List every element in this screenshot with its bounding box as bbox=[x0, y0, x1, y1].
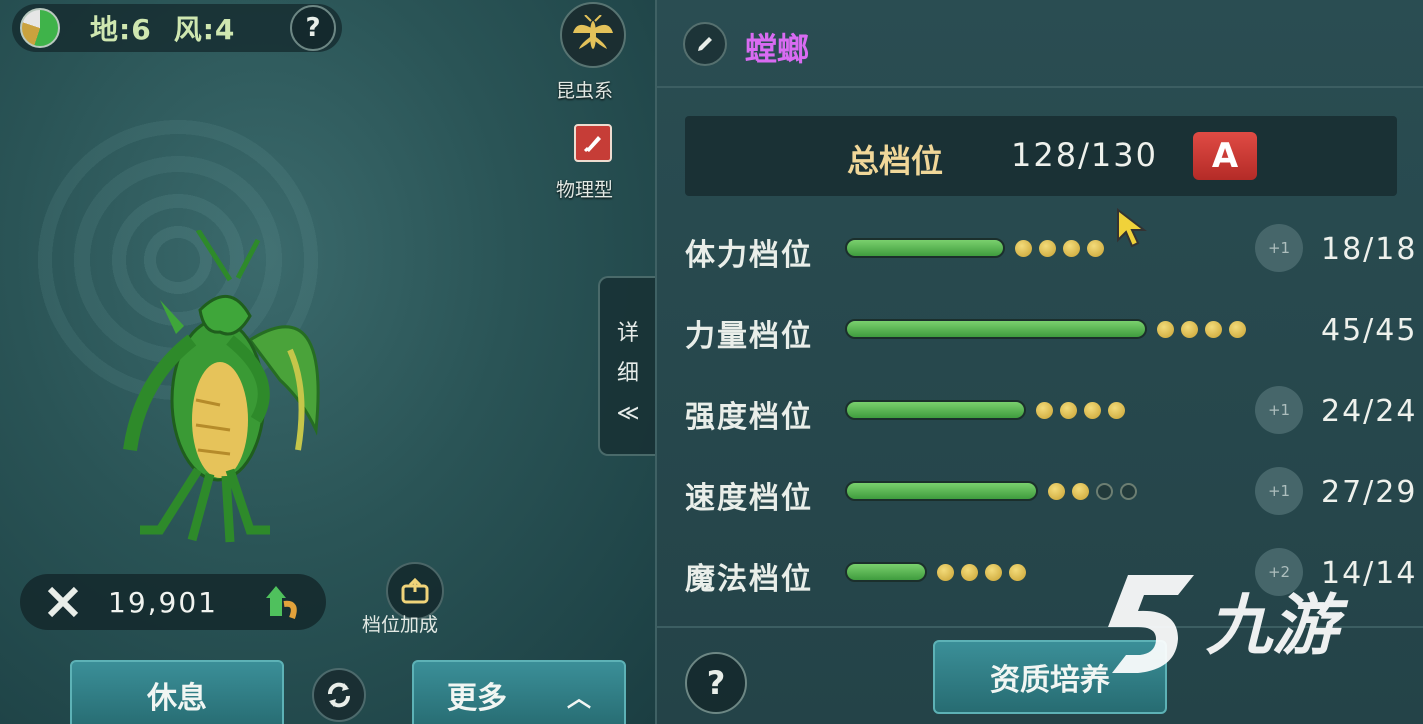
rest-button[interactable]: 休息 bbox=[70, 660, 284, 724]
tier-pip bbox=[1039, 240, 1056, 257]
stat-value: 18/18 bbox=[1321, 232, 1418, 267]
power-up-arrow-icon[interactable] bbox=[262, 582, 302, 622]
pet-name: 螳螂 bbox=[745, 30, 810, 68]
plus-one-icon[interactable]: +1 bbox=[1255, 467, 1303, 515]
tier-pip bbox=[1048, 483, 1065, 500]
tier-pip bbox=[961, 564, 978, 581]
physical-type-icon[interactable] bbox=[574, 124, 612, 162]
tier-pip bbox=[1229, 321, 1246, 338]
detail-tab-char-2: 细 bbox=[616, 361, 639, 386]
element-orb-icon bbox=[20, 8, 60, 48]
type-label: 昆虫系 bbox=[556, 80, 614, 102]
stat-label: 体力档位 bbox=[685, 238, 813, 273]
tier-pip bbox=[1181, 321, 1198, 338]
mouse-cursor-icon bbox=[1117, 208, 1147, 248]
chevron-up-icon: ︿ bbox=[567, 683, 591, 712]
tier-pip bbox=[1096, 483, 1113, 500]
grade-badge: A bbox=[1193, 132, 1257, 180]
stat-value: 27/29 bbox=[1321, 475, 1418, 510]
tier-pip bbox=[1084, 402, 1101, 419]
collapse-chevron-icon: ≪ bbox=[616, 401, 640, 426]
detail-tab-char-1: 详 bbox=[616, 321, 639, 346]
total-tier-label: 总档位 bbox=[847, 142, 944, 180]
more-button-label: 更多 bbox=[447, 681, 507, 716]
more-button[interactable]: 更多 ︿ bbox=[412, 660, 626, 724]
insect-type-icon[interactable] bbox=[560, 2, 626, 68]
crossed-swords-icon bbox=[47, 586, 79, 618]
element-help-button[interactable]: ? bbox=[290, 5, 336, 51]
pet-header: 螳螂 bbox=[657, 0, 1423, 88]
bonus-icon bbox=[401, 578, 429, 604]
stat-value: 45/45 bbox=[1321, 313, 1418, 348]
tier-pip bbox=[937, 564, 954, 581]
plus-one-icon[interactable]: +1 bbox=[1255, 224, 1303, 272]
refresh-icon[interactable] bbox=[312, 668, 366, 722]
tier-pip bbox=[985, 564, 1002, 581]
stat-row-stamina: 体力档位 +1 18/18 bbox=[657, 224, 1423, 284]
stat-label: 魔法档位 bbox=[685, 562, 813, 597]
pet-view-panel: 地:6 风:4 ? 昆虫系 物理型 详 细 ≪ 19,901 档位加成 休息 更… bbox=[0, 0, 655, 724]
stat-bar bbox=[845, 400, 1026, 420]
stat-bar bbox=[845, 481, 1038, 501]
stat-bar bbox=[845, 238, 1005, 258]
element-earth: 地:6 bbox=[90, 13, 152, 46]
watermark: 九游 bbox=[1098, 560, 1398, 680]
tier-pip bbox=[1087, 240, 1104, 257]
tier-bonus-label: 档位加成 bbox=[362, 614, 439, 636]
tier-pip bbox=[1072, 483, 1089, 500]
element-wind: 风:4 bbox=[173, 13, 236, 46]
tier-pip bbox=[1015, 240, 1032, 257]
tier-pip bbox=[1120, 483, 1137, 500]
stat-bar bbox=[845, 562, 927, 582]
stat-label: 速度档位 bbox=[685, 481, 813, 516]
stat-row-defense: 强度档位 +1 24/24 bbox=[657, 386, 1423, 446]
tier-pip bbox=[1157, 321, 1174, 338]
tier-pip bbox=[1063, 240, 1080, 257]
watermark-text: 九游 bbox=[1206, 587, 1338, 664]
combat-power-value: 19,901 bbox=[108, 585, 218, 619]
total-tier-box: 总档位 128/130 A bbox=[685, 116, 1397, 196]
total-tier-value: 128/130 bbox=[1011, 136, 1158, 174]
plus-one-icon[interactable]: +1 bbox=[1255, 386, 1303, 434]
tier-pip bbox=[1009, 564, 1026, 581]
detail-tab[interactable]: 详 细 ≪ bbox=[598, 276, 655, 456]
tier-pip bbox=[1036, 402, 1053, 419]
mantis-creature-image bbox=[123, 230, 320, 543]
attack-type-label: 物理型 bbox=[556, 179, 614, 201]
combat-power: 19,901 bbox=[20, 574, 326, 630]
stat-label: 强度档位 bbox=[685, 400, 813, 435]
jiuyou-logo-icon bbox=[1108, 575, 1194, 673]
stats-help-button[interactable]: ? bbox=[685, 652, 747, 714]
stat-bar bbox=[845, 319, 1147, 339]
tier-pip bbox=[1060, 402, 1077, 419]
stat-label: 力量档位 bbox=[685, 319, 813, 354]
tier-pip bbox=[1205, 321, 1222, 338]
tier-pip bbox=[1108, 402, 1125, 419]
stat-row-strength: 力量档位 45/45 bbox=[657, 305, 1423, 365]
stat-value: 24/24 bbox=[1321, 394, 1418, 429]
rename-pencil-icon[interactable] bbox=[683, 22, 727, 66]
stat-row-speed: 速度档位 +1 27/29 bbox=[657, 467, 1423, 527]
